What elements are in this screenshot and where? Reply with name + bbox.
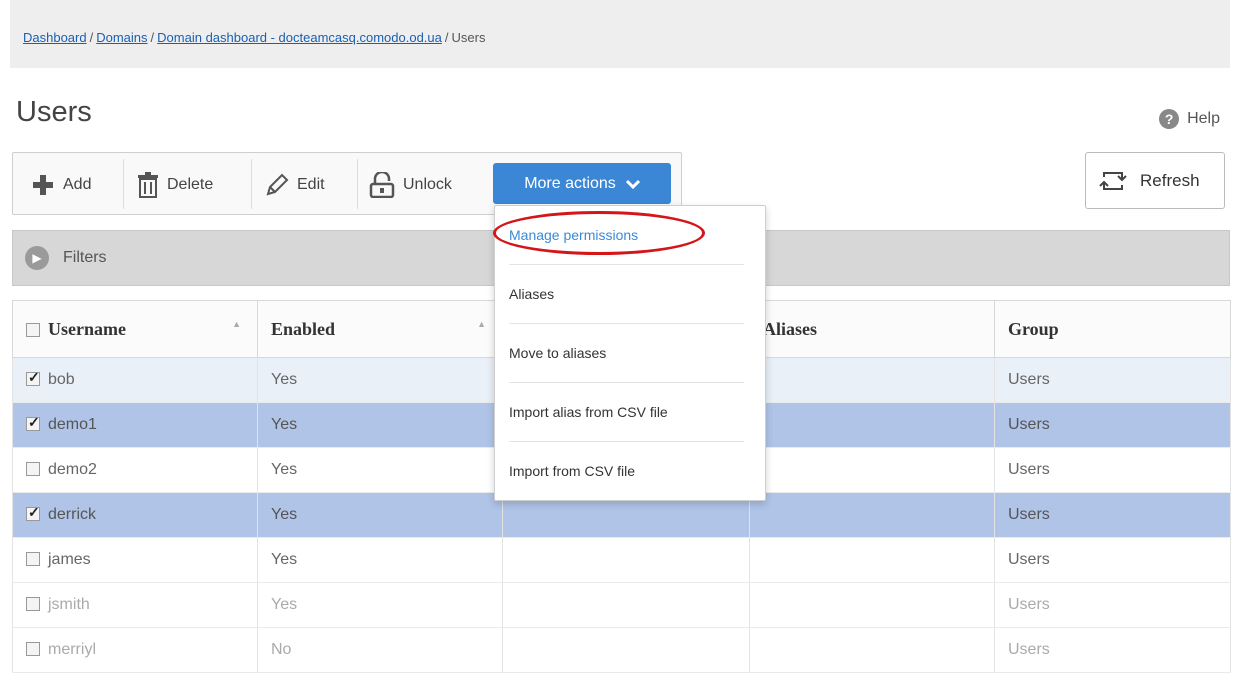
refresh-button[interactable]: Refresh [1085, 152, 1225, 209]
aliases-cell [749, 447, 995, 493]
select-all-checkbox[interactable] [26, 322, 40, 337]
column-header-label: Enabled [271, 318, 336, 339]
enabled-cell: Yes [257, 402, 503, 448]
username-cell: demo2 [48, 461, 97, 478]
enabled-cell: No [257, 627, 503, 673]
breadcrumb-current: Users [451, 30, 486, 45]
plus-icon [31, 173, 55, 197]
aliases-cell [749, 627, 995, 673]
row-checkbox[interactable] [26, 462, 40, 476]
column-header-label: Aliases [763, 318, 817, 339]
column-header-label: Username [48, 318, 126, 339]
username-cell: james [48, 551, 91, 568]
row-checkbox[interactable] [26, 504, 40, 521]
toolbar-divider [251, 159, 252, 209]
empty-cell [502, 627, 750, 673]
add-button[interactable]: Add [31, 153, 91, 216]
aliases-cell [749, 402, 995, 448]
aliases-cell [749, 537, 995, 583]
enabled-cell: Yes [257, 357, 503, 403]
menu-item-import-alias-csv[interactable]: Import alias from CSV file [509, 383, 744, 442]
highlight-ring [493, 211, 705, 255]
breadcrumb-separator: / [444, 30, 449, 45]
unlock-icon [369, 171, 395, 198]
edit-label: Edit [297, 175, 325, 193]
refresh-icon [1098, 167, 1128, 195]
column-header-aliases[interactable]: Aliases [749, 300, 995, 358]
unlock-label: Unlock [403, 175, 452, 193]
username-cell: merriyl [48, 641, 96, 658]
aliases-cell [749, 492, 995, 538]
edit-button[interactable]: Edit [265, 153, 325, 216]
unlock-button[interactable]: Unlock [369, 153, 452, 216]
menu-item-aliases[interactable]: Aliases [509, 265, 744, 324]
username-cell: demo1 [48, 416, 97, 433]
chevron-down-icon [625, 176, 640, 192]
group-cell: Users [994, 582, 1231, 628]
help-icon: ? [1159, 109, 1180, 129]
group-cell: Users [994, 537, 1231, 583]
menu-item-move-to-aliases[interactable]: Move to aliases [509, 324, 744, 383]
table-row[interactable]: jsmith Yes Users [12, 582, 1231, 628]
sort-icon: ▲ [232, 319, 241, 329]
empty-cell [502, 582, 750, 628]
enabled-cell: Yes [257, 447, 503, 493]
aliases-cell [749, 357, 995, 403]
breadcrumb-domains[interactable]: Domains [96, 30, 147, 45]
help-link[interactable]: ? Help [1159, 109, 1220, 129]
breadcrumb-separator: / [89, 30, 94, 45]
table-row[interactable]: merriyl No Users [12, 627, 1231, 673]
chevron-right-icon: ▶ [25, 246, 49, 270]
toolbar-divider [357, 159, 358, 209]
page-title: Users [16, 96, 92, 128]
group-cell: Users [994, 492, 1231, 538]
group-cell: Users [994, 402, 1231, 448]
row-checkbox[interactable] [26, 552, 40, 566]
refresh-label: Refresh [1140, 170, 1200, 190]
breadcrumb-separator: / [150, 30, 155, 45]
pencil-icon [265, 173, 289, 197]
aliases-cell [749, 582, 995, 628]
empty-cell [502, 537, 750, 583]
username-cell: jsmith [48, 596, 90, 613]
row-checkbox[interactable] [26, 642, 40, 656]
row-checkbox[interactable] [26, 369, 40, 386]
more-actions-button[interactable]: More actions [493, 163, 671, 204]
breadcrumb-domain-dashboard[interactable]: Domain dashboard - docteamcasq.comodo.od… [157, 30, 442, 45]
column-header-label: Group [1008, 318, 1059, 339]
toolbar-divider [123, 159, 124, 209]
group-cell: Users [994, 357, 1231, 403]
column-header-group[interactable]: Group [994, 300, 1231, 358]
delete-label: Delete [167, 175, 214, 193]
username-cell: derrick [48, 506, 97, 523]
trash-icon [137, 171, 159, 198]
table-row[interactable]: james Yes Users [12, 537, 1231, 583]
row-checkbox[interactable] [26, 414, 40, 431]
filters-label: Filters [63, 249, 107, 266]
sort-icon: ▲ [477, 319, 486, 329]
delete-button[interactable]: Delete [137, 153, 213, 216]
menu-item-import-csv[interactable]: Import from CSV file [509, 442, 744, 500]
column-header-username[interactable]: Username ▲ [12, 300, 258, 358]
more-actions-label: More actions [524, 174, 616, 192]
enabled-cell: Yes [257, 582, 503, 628]
group-cell: Users [994, 447, 1231, 493]
breadcrumb-dashboard[interactable]: Dashboard [23, 30, 87, 45]
group-cell: Users [994, 627, 1231, 673]
help-label: Help [1187, 110, 1220, 127]
enabled-cell: Yes [257, 537, 503, 583]
row-checkbox[interactable] [26, 597, 40, 611]
enabled-cell: Yes [257, 492, 503, 538]
username-cell: bob [48, 371, 75, 388]
column-header-enabled[interactable]: Enabled ▲ [257, 300, 503, 358]
add-label: Add [63, 175, 92, 193]
breadcrumb: Dashboard / Domains / Domain dashboard - doc… [10, 0, 1230, 68]
